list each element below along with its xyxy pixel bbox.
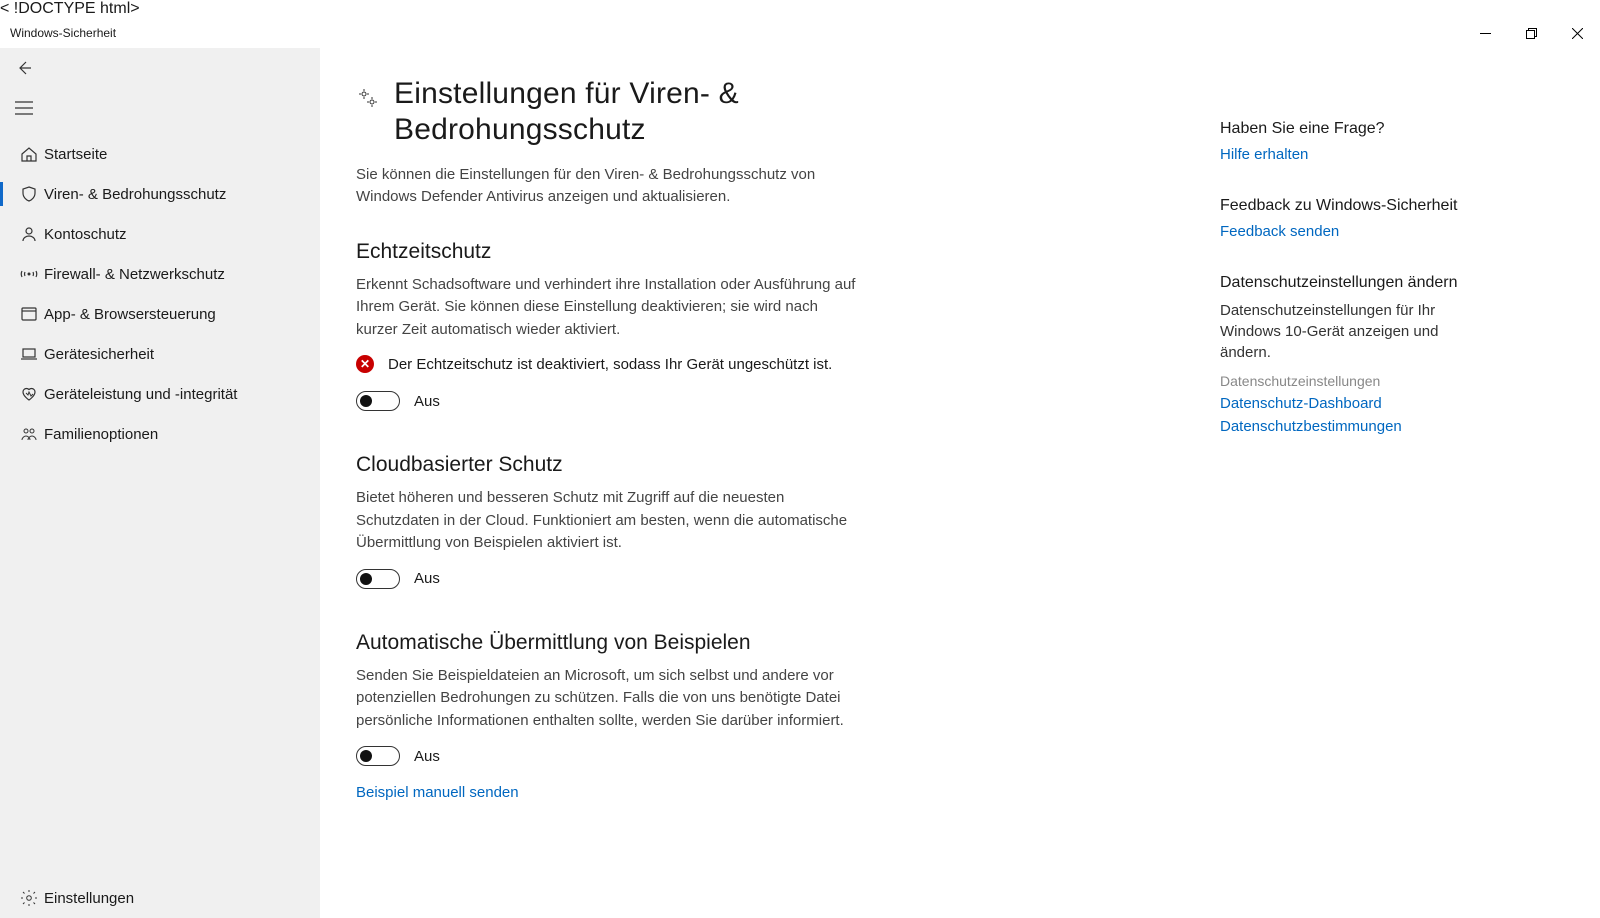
page-subtitle: Sie können die Einstellungen für den Vir… bbox=[356, 164, 836, 208]
hamburger-icon bbox=[15, 101, 33, 115]
feedback-link[interactable]: Feedback senden bbox=[1220, 223, 1480, 240]
sidebar-item-family[interactable]: Familienoptionen bbox=[0, 414, 320, 454]
sidebar-settings[interactable]: Einstellungen bbox=[0, 878, 320, 918]
cloud-title: Cloudbasierter Schutz bbox=[356, 453, 856, 477]
shield-icon bbox=[14, 185, 44, 203]
realtime-warning-text: Der Echtzeitschutz ist deaktiviert, soda… bbox=[388, 356, 832, 373]
sidebar-item-label: Geräteleistung und -integrität bbox=[44, 386, 237, 403]
home-icon bbox=[14, 145, 44, 163]
person-icon bbox=[14, 225, 44, 243]
sidebar-item-signal[interactable]: Firewall- & Netzwerkschutz bbox=[0, 254, 320, 294]
sidebar-item-label: Firewall- & Netzwerkschutz bbox=[44, 266, 225, 283]
sidebar-item-laptop[interactable]: Gerätesicherheit bbox=[0, 334, 320, 374]
sidebar-item-label: Familienoptionen bbox=[44, 426, 158, 443]
signal-icon bbox=[14, 265, 44, 283]
gear-icon bbox=[14, 889, 44, 907]
sample-state: Aus bbox=[414, 748, 440, 765]
realtime-toggle[interactable] bbox=[356, 391, 400, 411]
cloud-state: Aus bbox=[414, 570, 440, 587]
sidebar-item-label: Viren- & Bedrohungsschutz bbox=[44, 186, 226, 203]
sidebar-item-heart[interactable]: Geräteleistung und -integrität bbox=[0, 374, 320, 414]
privacy-statement-link[interactable]: Datenschutzbestimmungen bbox=[1220, 418, 1480, 435]
privacy-dashboard-link[interactable]: Datenschutz-Dashboard bbox=[1220, 395, 1480, 412]
back-button[interactable] bbox=[0, 48, 48, 88]
sidebar-item-label: Startseite bbox=[44, 146, 107, 163]
minimize-button[interactable] bbox=[1462, 18, 1508, 48]
sample-manual-link[interactable]: Beispiel manuell senden bbox=[356, 784, 519, 801]
sidebar-item-person[interactable]: Kontoschutz bbox=[0, 214, 320, 254]
maximize-button[interactable] bbox=[1508, 18, 1554, 48]
titlebar: Windows-Sicherheit bbox=[0, 18, 1600, 48]
settings-gears-icon bbox=[356, 86, 380, 110]
feedback-title: Feedback zu Windows-Sicherheit bbox=[1220, 197, 1480, 215]
sample-toggle[interactable] bbox=[356, 746, 400, 766]
privacy-desc: Datenschutzeinstellungen für Ihr Windows… bbox=[1220, 300, 1480, 363]
privacy-settings-label: Datenschutzeinstellungen bbox=[1220, 373, 1480, 389]
arrow-left-icon bbox=[15, 59, 33, 77]
sidebar-item-shield[interactable]: Viren- & Bedrohungsschutz bbox=[0, 174, 320, 214]
sidebar-item-square[interactable]: App- & Browsersteuerung bbox=[0, 294, 320, 334]
realtime-warning: ✕ Der Echtzeitschutz ist deaktiviert, so… bbox=[356, 355, 856, 373]
privacy-title: Datenschutzeinstellungen ändern bbox=[1220, 274, 1480, 292]
family-icon bbox=[14, 425, 44, 443]
sidebar-item-home[interactable]: Startseite bbox=[0, 134, 320, 174]
sidebar-item-label: Gerätesicherheit bbox=[44, 346, 154, 363]
error-circle-icon: ✕ bbox=[356, 355, 374, 373]
close-button[interactable] bbox=[1554, 18, 1600, 48]
realtime-desc: Erkennt Schadsoftware und verhindert ihr… bbox=[356, 274, 856, 342]
heart-icon bbox=[14, 385, 44, 403]
section-realtime: Echtzeitschutz Erkennt Schadsoftware und… bbox=[356, 240, 856, 412]
section-sample: Automatische Übermittlung von Beispielen… bbox=[356, 631, 856, 802]
cloud-toggle[interactable] bbox=[356, 569, 400, 589]
main-content: Einstellungen für Viren- & Bedrohungssch… bbox=[320, 48, 1220, 918]
window-controls bbox=[1462, 18, 1600, 48]
sample-desc: Senden Sie Beispieldateien an Microsoft,… bbox=[356, 665, 856, 733]
page-title: Einstellungen für Viren- & Bedrohungssch… bbox=[394, 76, 874, 148]
square-icon bbox=[14, 305, 44, 323]
sidebar: Startseite Viren- & Bedrohungsschutz Konto… bbox=[0, 48, 320, 918]
realtime-state: Aus bbox=[414, 393, 440, 410]
section-cloud: Cloudbasierter Schutz Bietet höheren und… bbox=[356, 453, 856, 589]
laptop-icon bbox=[14, 345, 44, 363]
realtime-title: Echtzeitschutz bbox=[356, 240, 856, 264]
cloud-desc: Bietet höheren und besseren Schutz mit Z… bbox=[356, 487, 856, 555]
sidebar-item-label: Kontoschutz bbox=[44, 226, 127, 243]
sample-title: Automatische Übermittlung von Beispielen bbox=[356, 631, 856, 655]
sidebar-settings-label: Einstellungen bbox=[44, 890, 134, 907]
right-panel: Haben Sie eine Frage? Hilfe erhalten Fee… bbox=[1220, 48, 1500, 918]
help-title: Haben Sie eine Frage? bbox=[1220, 120, 1480, 138]
menu-button[interactable] bbox=[0, 88, 48, 128]
sidebar-item-label: App- & Browsersteuerung bbox=[44, 306, 216, 323]
app-title: Windows-Sicherheit bbox=[10, 26, 116, 40]
